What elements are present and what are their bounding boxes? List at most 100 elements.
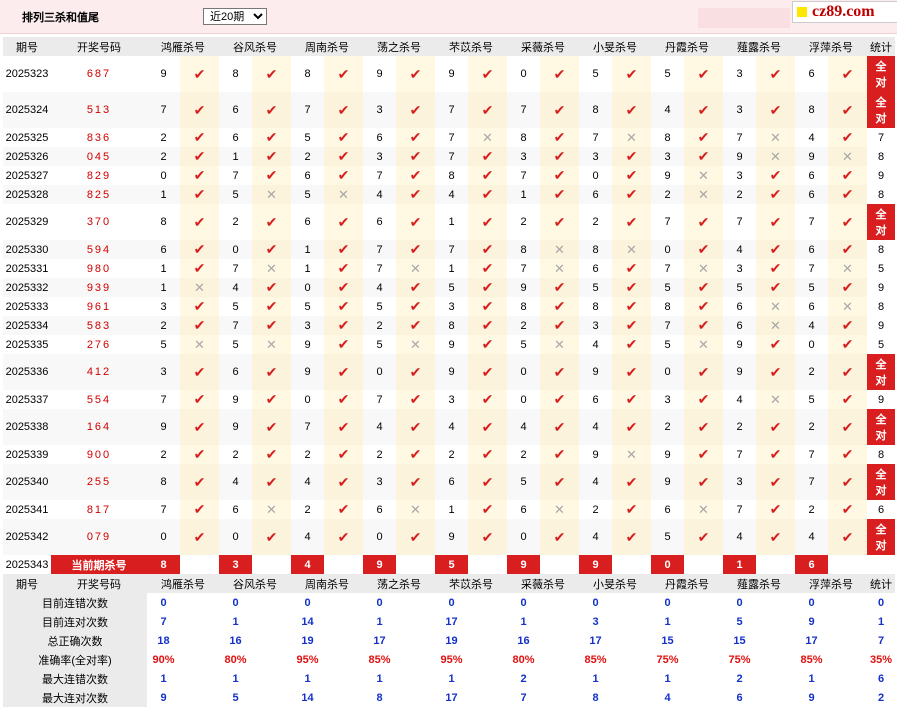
result-mark-cell: ✔: [828, 128, 867, 147]
stats-value: 14: [301, 615, 314, 628]
check-icon: ✔: [193, 418, 206, 435]
predicted-digit: 5: [651, 519, 684, 555]
check-icon: ✔: [481, 336, 494, 352]
stats-value: 75%: [656, 653, 679, 666]
col-header-predictor[interactable]: 鸿雁杀号: [147, 574, 219, 593]
col-header-predictor[interactable]: 丹霞杀号: [651, 37, 723, 56]
check-icon: ✔: [769, 363, 782, 380]
col-header-predictor[interactable]: 采薇杀号: [507, 37, 579, 56]
check-icon: ✔: [337, 129, 350, 145]
stats-value: 8: [592, 691, 599, 704]
col-header-predictor[interactable]: 采薇杀号: [507, 574, 579, 593]
result-mark-cell: ✔: [828, 166, 867, 185]
predicted-digit: 8: [232, 68, 239, 80]
cross-icon: ✕: [770, 298, 781, 314]
result-mark-cell: ✔: [756, 278, 795, 297]
check-icon: ✔: [409, 148, 422, 164]
col-header-predictor[interactable]: 荡之杀号: [363, 574, 435, 593]
predicted-digit: 2: [363, 316, 396, 335]
predicted-digit: 2: [520, 448, 527, 461]
result-mark-cell: ✔: [396, 464, 435, 500]
result-mark-cell: ✔: [468, 500, 507, 519]
result-mark-cell: ✔: [540, 519, 579, 555]
predicted-digit: 5: [376, 338, 383, 351]
check-icon: ✔: [769, 65, 782, 82]
predicted-digit: 9: [376, 68, 383, 80]
cross-icon: ✕: [698, 501, 709, 517]
draw-number-cell: 164: [51, 409, 147, 445]
row-stat-cell: 6: [877, 503, 885, 516]
col-header-predictor[interactable]: 小旻杀号: [579, 37, 651, 56]
check-icon: ✔: [481, 241, 494, 257]
check-icon: ✔: [337, 298, 350, 314]
stats-gap: [252, 688, 291, 707]
predicted-digit: 7: [291, 409, 324, 445]
result-mark-cell: ✔: [324, 240, 363, 259]
result-mark-cell: ✔: [612, 316, 651, 335]
result-mark-cell: ✔: [180, 316, 219, 335]
predicted-digit: 2: [304, 503, 311, 516]
result-mark-cell: ✕: [180, 335, 219, 354]
stats-row: 最大连错次数 1 1 1 1 1 2 1 1 2 1 6: [3, 669, 895, 688]
row-stat-cell: 9: [877, 393, 885, 406]
predicted-digit: 8: [664, 131, 671, 144]
predicted-digit: 4: [363, 409, 396, 445]
predicted-digit: 4: [219, 278, 252, 297]
check-icon: ✔: [193, 528, 206, 545]
cross-icon: ✕: [626, 241, 637, 257]
predicted-digit: 8: [579, 240, 612, 259]
check-icon: ✔: [769, 167, 782, 183]
check-icon: ✔: [409, 363, 422, 380]
col-header-predictor[interactable]: 丹霞杀号: [651, 574, 723, 593]
predicted-digit: 7: [808, 448, 815, 461]
draw-number-cell: 554: [86, 393, 112, 406]
check-icon: ✔: [265, 391, 278, 407]
col-header-predictor[interactable]: 谷风杀号: [219, 37, 291, 56]
col-header-predictor[interactable]: 芣苡杀号: [435, 574, 507, 593]
col-header-predictor[interactable]: 周南杀号: [291, 37, 363, 56]
col-header-predictor[interactable]: 浮萍杀号: [795, 37, 867, 56]
check-icon: ✔: [481, 213, 494, 230]
stats-value: 15: [733, 634, 746, 647]
site-logo[interactable]: cz89.com: [792, 1, 897, 23]
result-mark-cell: ✔: [252, 56, 291, 92]
check-icon: ✔: [697, 129, 710, 145]
col-header-predictor[interactable]: 小旻杀号: [579, 574, 651, 593]
cross-icon: ✕: [338, 186, 349, 202]
predicted-digit: 4: [291, 464, 324, 500]
result-mark-cell: ✔: [612, 204, 651, 240]
check-icon: ✔: [481, 167, 494, 183]
col-header-predictor[interactable]: 谷风杀号: [219, 574, 291, 593]
check-icon: ✔: [625, 65, 638, 82]
result-mark-cell: ✕: [468, 128, 507, 147]
result-mark-cell: ✔: [468, 56, 507, 92]
result-mark-cell: ✔: [468, 354, 507, 390]
predicted-digit: 5: [232, 338, 239, 351]
col-header-predictor[interactable]: 薤露杀号: [723, 37, 795, 56]
check-icon: ✔: [625, 418, 638, 435]
col-header-predictor[interactable]: 芣苡杀号: [435, 37, 507, 56]
col-header-predictor[interactable]: 周南杀号: [291, 574, 363, 593]
col-header-predictor[interactable]: 鸿雁杀号: [147, 37, 219, 56]
stats-value: 16: [517, 634, 530, 647]
stats-gap: [540, 669, 579, 688]
table-row: 2025328 825 1 ✔ 5 ✕ 5 ✕ 4 ✔ 4 ✔ 1 ✔ 6 ✔ 2 ✕ 2 ✔ 6 ✔ 8: [3, 185, 895, 204]
result-mark-cell: ✔: [828, 354, 867, 390]
col-header-predictor[interactable]: 荡之杀号: [363, 37, 435, 56]
result-mark-cell: ✔: [612, 92, 651, 128]
predicted-digit: 9: [291, 354, 324, 390]
period-select[interactable]: 近20期: [203, 8, 267, 25]
predicted-digit: 2: [147, 316, 180, 335]
current-pad-cell: [180, 555, 219, 574]
check-icon: ✔: [409, 101, 422, 118]
col-header-predictor[interactable]: 浮萍杀号: [795, 574, 867, 593]
row-stat-cell: 9: [877, 319, 885, 332]
stats-gap: [468, 631, 507, 650]
result-mark-cell: ✔: [540, 56, 579, 92]
result-mark-cell: ✔: [540, 204, 579, 240]
col-header-predictor[interactable]: 薤露杀号: [723, 574, 795, 593]
result-mark-cell: ✕: [756, 316, 795, 335]
check-icon: ✔: [841, 213, 854, 230]
predicted-digit: 6: [592, 393, 599, 406]
stats-gap: [252, 612, 291, 631]
